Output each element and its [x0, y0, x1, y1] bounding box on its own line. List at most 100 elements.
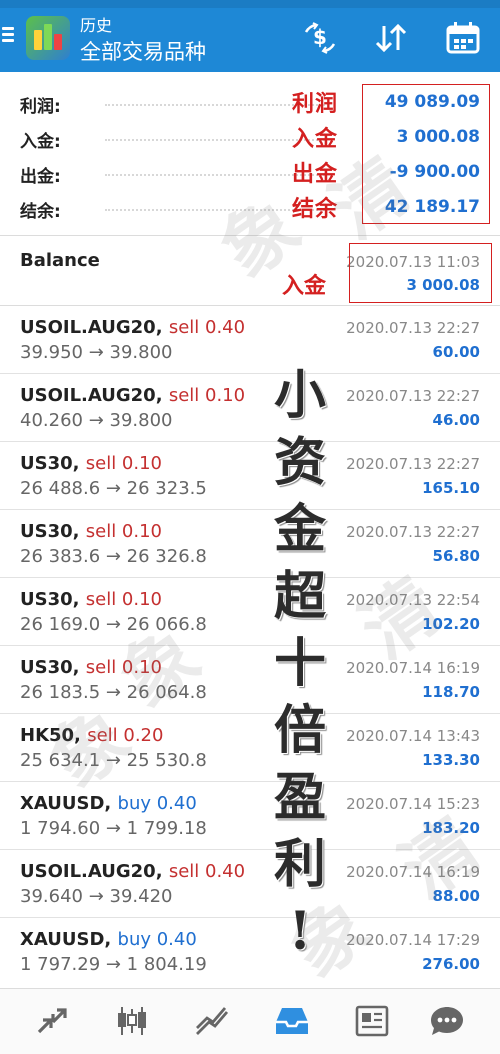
quotes-icon[interactable]	[30, 1001, 74, 1041]
slogan-char: 利	[273, 834, 326, 895]
slogan-char: 盈	[273, 767, 326, 828]
trade-prices: 26 169.0 → 26 066.8	[20, 614, 207, 635]
trade-row[interactable]: XAUUSD, buy 0.40 1 794.60 → 1 799.18 202…	[0, 782, 500, 850]
trade-profit: 56.80	[432, 547, 480, 565]
trade-side: sell 0.20	[87, 725, 164, 746]
overlay-slogan: 小 资 金 超 十 倍 盈 利 !	[262, 362, 338, 965]
slogan-char: 超	[273, 566, 326, 627]
trade-row[interactable]: USOIL.AUG20, sell 0.40 39.950 → 39.800 2…	[0, 306, 500, 374]
trade-symbol: XAUUSD,	[20, 793, 112, 814]
trade-symbol-line: US30, sell 0.10	[20, 657, 162, 678]
trade-side: sell 0.10	[168, 385, 246, 406]
trade-symbol-line: XAUUSD, buy 0.40	[20, 929, 197, 950]
trade-side: buy 0.40	[117, 929, 197, 950]
annotation-text: 结余	[292, 196, 339, 222]
trade-profit: 183.20	[422, 819, 480, 837]
trade-prices: 25 634.1 → 25 530.8	[20, 750, 207, 771]
trade-row[interactable]: USOIL.AUG20, sell 0.10 40.260 → 39.800 2…	[0, 374, 500, 442]
annotation-box	[362, 84, 490, 224]
divider	[0, 235, 500, 236]
trade-symbol: XAUUSD,	[20, 929, 112, 950]
slogan-char: 小	[273, 365, 326, 426]
balance-title: Balance	[20, 250, 100, 271]
trade-row[interactable]: US30, sell 0.10 26 383.6 → 26 326.8 2020…	[0, 510, 500, 578]
annotation-text: 利润	[292, 91, 339, 117]
trade-side: buy 0.40	[117, 793, 197, 814]
trade-symbol: USOIL.AUG20,	[20, 317, 163, 338]
trade-prices: 1 794.60 → 1 799.18	[20, 818, 207, 839]
slogan-char: 倍	[273, 700, 326, 761]
header-subtitle: 历史	[80, 16, 113, 35]
trade-side: sell 0.40	[168, 317, 246, 338]
trade-symbol: USOIL.AUG20,	[20, 385, 163, 406]
trade-date: 2020.07.14 13:43	[346, 727, 480, 745]
trade-symbol-line: US30, sell 0.10	[20, 521, 162, 542]
history-icon[interactable]	[270, 1001, 314, 1041]
trade-date: 2020.07.14 15:23	[346, 795, 480, 813]
annotation-text: 入金	[282, 273, 327, 299]
trade-prices: 39.950 → 39.800	[20, 342, 173, 363]
trade-date: 2020.07.14 16:19	[346, 863, 480, 881]
trade-symbol-line: XAUUSD, buy 0.40	[20, 793, 197, 814]
trade-profit: 60.00	[432, 343, 480, 361]
trade-date: 2020.07.14 17:29	[346, 931, 480, 949]
trade-profit: 102.20	[422, 615, 480, 633]
calendar-icon[interactable]	[443, 18, 483, 58]
summary-label: 利润:	[20, 97, 61, 117]
messages-icon[interactable]	[425, 1001, 469, 1041]
trade-icon[interactable]	[190, 1001, 234, 1041]
trade-prices: 26 488.6 → 26 323.5	[20, 478, 207, 499]
trade-row[interactable]: US30, sell 0.10 26 183.5 → 26 064.8 2020…	[0, 646, 500, 714]
trade-profit: 133.30	[422, 751, 480, 769]
summary-label: 结余:	[20, 202, 61, 222]
menu-icon[interactable]	[2, 24, 16, 46]
slogan-char: !	[288, 901, 312, 962]
trade-symbol: US30,	[20, 589, 80, 610]
annotation-text: 入金	[292, 126, 339, 152]
summary-label: 入金:	[20, 132, 61, 152]
trade-row[interactable]: XAUUSD, buy 0.40 1 797.29 → 1 804.19 202…	[0, 918, 500, 986]
news-icon[interactable]	[350, 1001, 394, 1041]
slogan-char: 资	[273, 432, 326, 493]
trade-side: sell 0.10	[85, 521, 163, 542]
app-logo	[26, 16, 70, 60]
trade-symbol-line: USOIL.AUG20, sell 0.40	[20, 861, 245, 882]
trade-prices: 40.260 → 39.800	[20, 410, 173, 431]
summary-label: 出金:	[20, 167, 61, 187]
trade-row[interactable]: HK50, sell 0.20 25 634.1 → 25 530.8 2020…	[0, 714, 500, 782]
trade-symbol-line: USOIL.AUG20, sell 0.10	[20, 385, 245, 406]
trade-prices: 39.640 → 39.420	[20, 886, 173, 907]
trade-symbol: US30,	[20, 453, 80, 474]
trade-profit: 165.10	[422, 479, 480, 497]
trade-date: 2020.07.13 22:27	[346, 523, 480, 541]
slogan-char: 十	[273, 633, 326, 694]
trade-side: sell 0.10	[85, 453, 163, 474]
chart-icon[interactable]	[110, 1001, 154, 1041]
trade-date: 2020.07.13 22:27	[346, 319, 480, 337]
sort-icon[interactable]	[371, 18, 411, 58]
slogan-char: 金	[273, 499, 326, 560]
trade-prices: 26 183.5 → 26 064.8	[20, 682, 207, 703]
bottom-nav	[0, 988, 500, 1054]
trade-row[interactable]: US30, sell 0.10 26 169.0 → 26 066.8 2020…	[0, 578, 500, 646]
annotation-box	[349, 243, 492, 303]
trade-symbol: USOIL.AUG20,	[20, 861, 163, 882]
trade-symbol-line: US30, sell 0.10	[20, 589, 162, 610]
trade-symbol-line: US30, sell 0.10	[20, 453, 162, 474]
trade-profit: 46.00	[432, 411, 480, 429]
trade-date: 2020.07.13 22:54	[346, 591, 480, 609]
trade-symbol-line: HK50, sell 0.20	[20, 725, 163, 746]
trade-profit: 118.70	[422, 683, 480, 701]
trade-row[interactable]: US30, sell 0.10 26 488.6 → 26 323.5 2020…	[0, 442, 500, 510]
currency-transfer-icon[interactable]: $	[300, 18, 340, 58]
trade-date: 2020.07.13 22:27	[346, 387, 480, 405]
trade-symbol: US30,	[20, 657, 80, 678]
trade-profit: 88.00	[432, 887, 480, 905]
trade-profit: 276.00	[422, 955, 480, 973]
status-bar	[0, 0, 500, 8]
trade-row[interactable]: USOIL.AUG20, sell 0.40 39.640 → 39.420 2…	[0, 850, 500, 918]
trade-prices: 26 383.6 → 26 326.8	[20, 546, 207, 567]
trade-side: sell 0.10	[85, 657, 163, 678]
trade-symbol: US30,	[20, 521, 80, 542]
header-title[interactable]: 全部交易品种	[80, 36, 206, 66]
